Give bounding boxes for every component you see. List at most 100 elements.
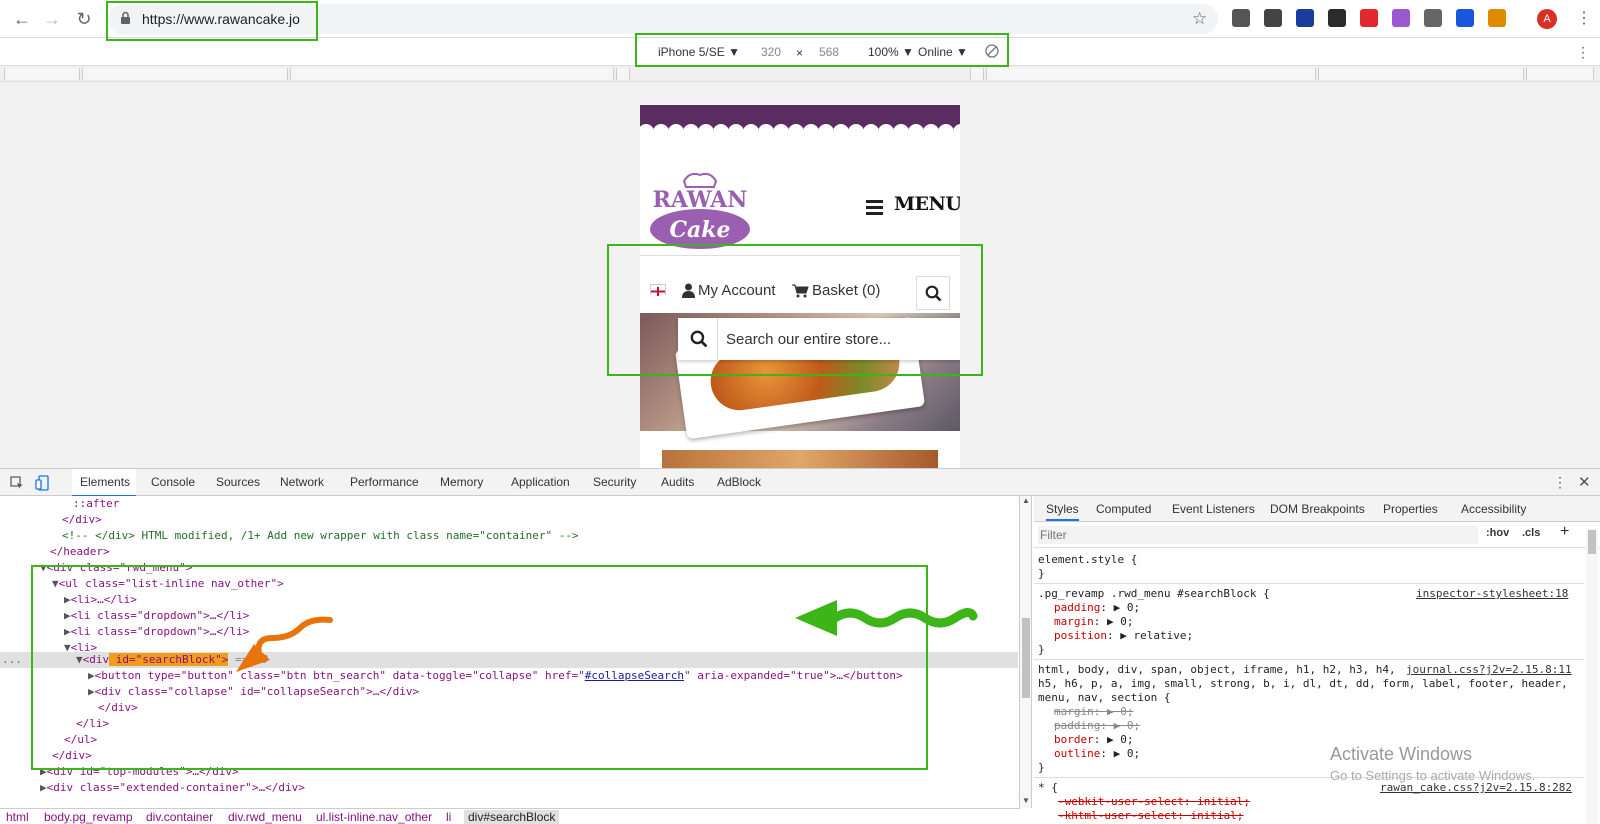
expand-triangle-icon[interactable]: ▼ bbox=[76, 653, 83, 666]
devtools-menu-icon[interactable]: ⋮ bbox=[1553, 474, 1567, 491]
dom-line[interactable]: ::after bbox=[73, 496, 119, 512]
css-property-value[interactable]: 0; bbox=[1127, 747, 1140, 760]
css-property-row[interactable]: margin: ▶ 0; bbox=[1054, 705, 1134, 719]
news-ext-icon[interactable] bbox=[1296, 9, 1314, 27]
dom-line[interactable]: ▶<li class="dropdown">…</li> bbox=[64, 608, 249, 624]
css-property-row[interactable]: margin: ▶ 0; bbox=[1054, 615, 1134, 629]
my-account-link[interactable]: My Account bbox=[698, 282, 776, 299]
rule3-prop[interactable]: -khtml-user-select: initial; bbox=[1058, 809, 1243, 823]
css-property-value[interactable]: 0; bbox=[1127, 601, 1140, 614]
devtools-tab-application[interactable]: Application bbox=[511, 475, 570, 489]
dom-line[interactable]: ▶<button type="button" class="btn btn_se… bbox=[88, 668, 903, 684]
collapse-triangle-icon[interactable]: ▶ bbox=[88, 685, 95, 698]
devtools-tab-adblock[interactable]: AdBlock bbox=[717, 475, 761, 489]
css-property-value[interactable]: 0; bbox=[1120, 615, 1133, 628]
checklist-ext-icon[interactable] bbox=[1328, 9, 1346, 27]
devtools-tab-performance[interactable]: Performance bbox=[350, 475, 419, 489]
breadcrumb-item[interactable]: div.container bbox=[146, 810, 213, 824]
bookmark-star-icon[interactable]: ☆ bbox=[1192, 9, 1207, 29]
dom-line[interactable]: ▼<div class="rwd_menu"> bbox=[40, 560, 192, 576]
rotate-icon[interactable] bbox=[985, 44, 999, 58]
network-select[interactable]: Online ▼ bbox=[918, 45, 968, 59]
more-options-icon[interactable]: ⋮ bbox=[1576, 44, 1590, 61]
zoom-select[interactable]: 100% ▼ bbox=[868, 45, 914, 59]
href-link[interactable]: #collapseSearch bbox=[585, 669, 684, 682]
css-property-name[interactable]: border bbox=[1054, 733, 1094, 746]
element-style-rule[interactable]: element.style { bbox=[1038, 553, 1137, 567]
styles-tab-styles[interactable]: Styles bbox=[1046, 502, 1079, 521]
breadcrumb-item[interactable]: ul.list-inline.nav_other bbox=[316, 810, 432, 824]
search-toggle-button[interactable] bbox=[916, 276, 950, 310]
expand-triangle-icon[interactable]: ▼ bbox=[40, 561, 47, 574]
dom-line[interactable]: ▶<div class="extended-container">…</div> bbox=[40, 780, 305, 796]
devtools-tab-memory[interactable]: Memory bbox=[440, 475, 483, 489]
devtools-tab-sources[interactable]: Sources bbox=[216, 475, 260, 489]
dom-line[interactable]: ▶<div id="top-modules">…</div> bbox=[40, 764, 239, 780]
device-toggle-icon[interactable] bbox=[35, 475, 49, 491]
css-expand-icon[interactable]: : ▶ bbox=[1107, 629, 1134, 642]
hov-toggle[interactable]: :hov bbox=[1486, 527, 1509, 539]
scroll-thumb[interactable] bbox=[1588, 530, 1596, 554]
css-property-row[interactable]: padding: ▶ 0; bbox=[1054, 601, 1140, 615]
breadcrumb-item[interactable]: body.pg_revamp bbox=[44, 810, 133, 824]
css-property-name[interactable]: margin bbox=[1054, 705, 1094, 718]
devtools-tab-elements[interactable]: Elements bbox=[80, 475, 130, 489]
dom-line[interactable]: </div> bbox=[98, 700, 138, 716]
device-select[interactable]: iPhone 5/SE ▼ bbox=[658, 45, 740, 59]
css-property-value[interactable]: 0; bbox=[1127, 719, 1140, 732]
devtools-tab-audits[interactable]: Audits bbox=[661, 475, 694, 489]
collapse-triangle-icon[interactable]: ▶ bbox=[88, 669, 95, 682]
css-expand-icon[interactable]: : ▶ bbox=[1100, 719, 1127, 732]
css-property-row[interactable]: outline: ▶ 0; bbox=[1054, 747, 1140, 761]
puzzle-ext-icon[interactable] bbox=[1488, 9, 1506, 27]
hamburger-icon[interactable] bbox=[866, 200, 883, 215]
rule3-prop[interactable]: -webkit-user-select: initial; bbox=[1058, 795, 1250, 809]
row-ellipsis[interactable]: ... bbox=[2, 652, 22, 668]
rule3-selector[interactable]: * { bbox=[1038, 781, 1058, 795]
elements-scrollbar[interactable]: ▲ ▼ bbox=[1020, 496, 1032, 808]
css-property-name[interactable]: outline bbox=[1054, 747, 1100, 760]
css-property-row[interactable]: position: ▶ relative; bbox=[1054, 629, 1193, 643]
styles-filter-input[interactable] bbox=[1038, 526, 1478, 544]
rule1-source-link[interactable]: inspector-stylesheet:18 bbox=[1416, 587, 1568, 600]
save-ext-icon[interactable] bbox=[1456, 9, 1474, 27]
add-rule-icon[interactable]: + bbox=[1560, 523, 1569, 541]
css-property-name[interactable]: padding bbox=[1054, 719, 1100, 732]
dom-line[interactable]: ▶<li>…</li> bbox=[64, 592, 137, 608]
dom-line[interactable]: <!-- </div> HTML modified, /1+ Add new w… bbox=[62, 528, 579, 544]
css-property-name[interactable]: padding bbox=[1054, 601, 1100, 614]
feather-ext-icon[interactable] bbox=[1392, 9, 1410, 27]
dom-line[interactable]: </ul> bbox=[64, 732, 97, 748]
dom-line[interactable]: ▶<div class="collapse" id="collapseSearc… bbox=[88, 684, 419, 700]
devtools-tab-console[interactable]: Console bbox=[151, 475, 195, 489]
styles-tab-properties[interactable]: Properties bbox=[1383, 502, 1438, 516]
screen-ext-icon[interactable] bbox=[1424, 9, 1442, 27]
css-property-value[interactable]: relative; bbox=[1133, 629, 1193, 642]
back-arrow-icon[interactable]: ← bbox=[10, 8, 34, 30]
css-property-row[interactable]: padding: ▶ 0; bbox=[1054, 719, 1140, 733]
rule2-selector[interactable]: html, body, div, span, object, iframe, h… bbox=[1038, 663, 1396, 677]
styles-scrollbar[interactable] bbox=[1586, 528, 1598, 824]
profile-avatar[interactable]: A bbox=[1537, 9, 1557, 29]
dom-line[interactable]: </li> bbox=[76, 716, 109, 732]
collapse-triangle-icon[interactable]: ▶ bbox=[64, 625, 71, 638]
expand-triangle-icon[interactable]: ▼ bbox=[64, 641, 71, 654]
rawan-cake-logo[interactable]: RAWAN Cake bbox=[648, 167, 752, 253]
basket-link[interactable]: Basket (0) bbox=[812, 282, 880, 299]
css-expand-icon[interactable]: : ▶ bbox=[1100, 747, 1127, 760]
close-devtools-icon[interactable]: ✕ bbox=[1578, 473, 1591, 491]
styles-tab-accessibility[interactable]: Accessibility bbox=[1461, 502, 1526, 516]
rule2-source-link[interactable]: journal.css?j2v=2.15.8:11 bbox=[1406, 663, 1572, 676]
css-property-value[interactable]: 0; bbox=[1120, 705, 1133, 718]
css-expand-icon[interactable]: : ▶ bbox=[1094, 705, 1121, 718]
scroll-thumb[interactable] bbox=[1022, 618, 1030, 698]
css-property-row[interactable]: border: ▶ 0; bbox=[1054, 733, 1134, 747]
scroll-up-icon[interactable]: ▲ bbox=[1022, 496, 1030, 505]
search-submit-button[interactable] bbox=[678, 318, 718, 360]
height-field[interactable]: 568 bbox=[819, 45, 839, 59]
dom-line[interactable]: </div> bbox=[62, 512, 102, 528]
breadcrumb-item[interactable]: li bbox=[446, 810, 451, 824]
url-text[interactable]: https://www.rawancake.jo bbox=[142, 11, 300, 27]
chrome-menu-icon[interactable]: ⋮ bbox=[1576, 8, 1592, 28]
collapse-triangle-icon[interactable]: ▶ bbox=[40, 781, 47, 794]
